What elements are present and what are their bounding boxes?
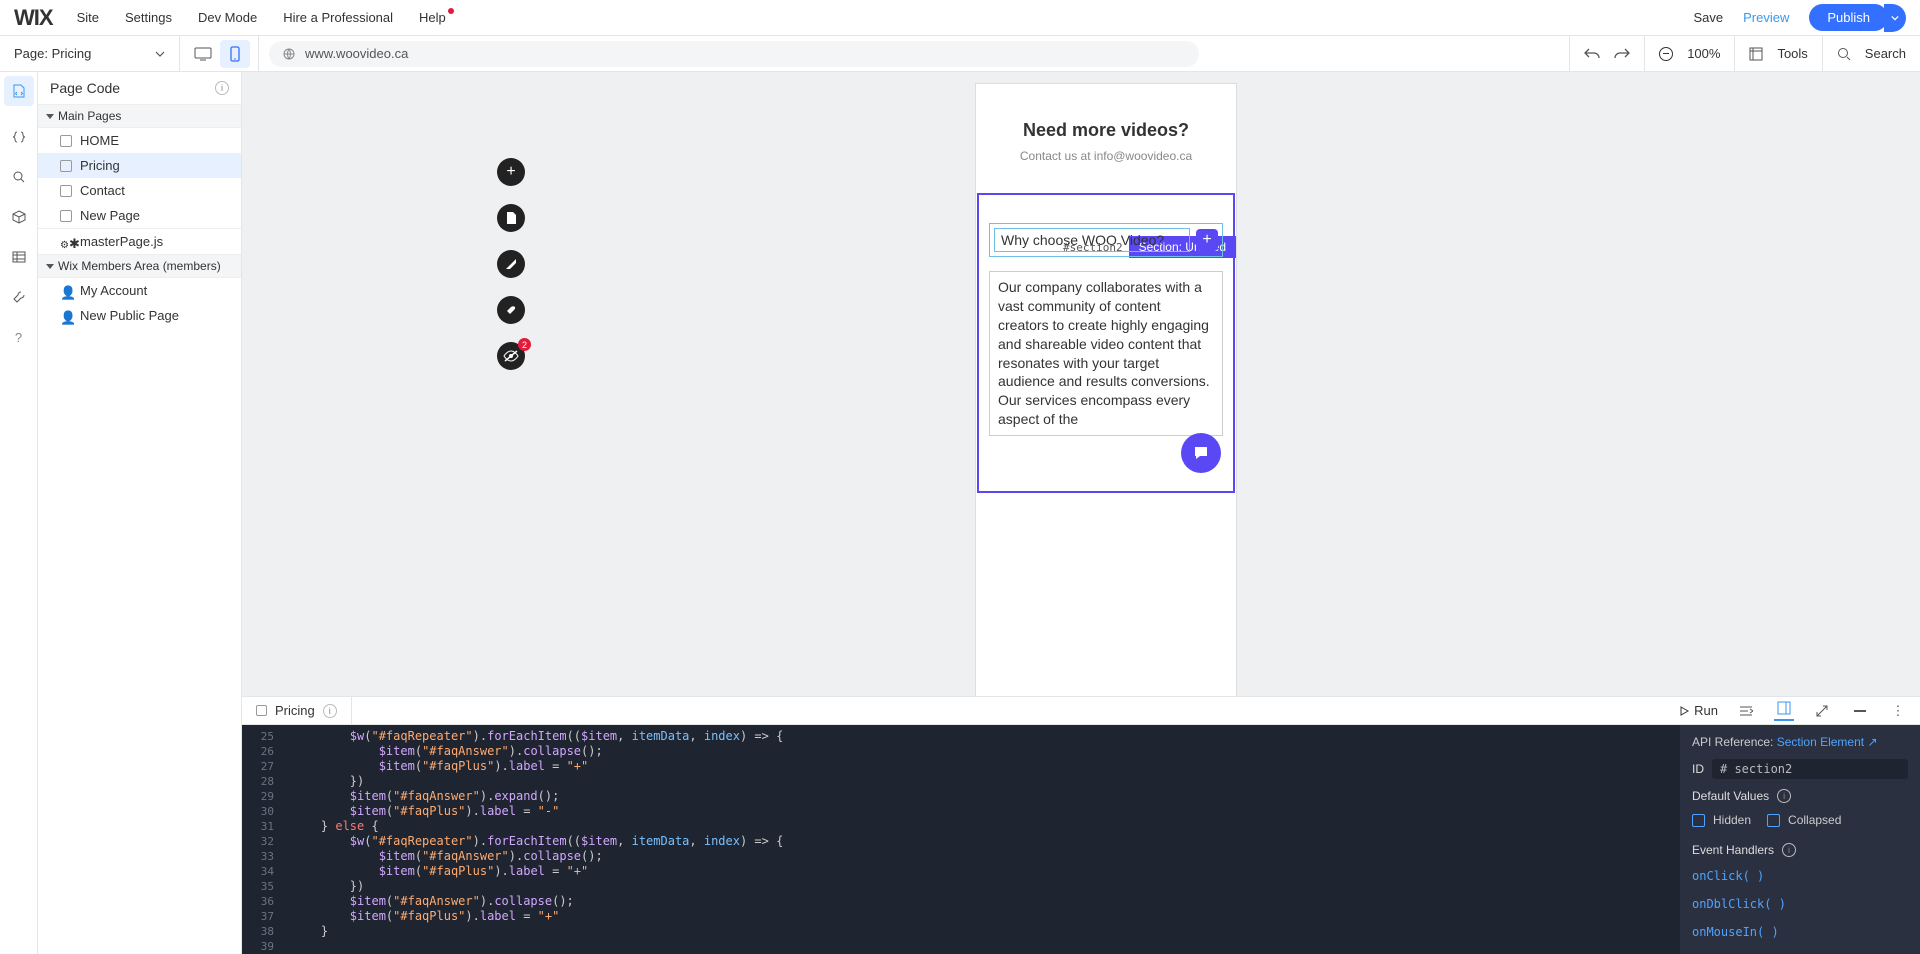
info-icon[interactable]: i (1777, 789, 1791, 803)
left-rail: ? (0, 72, 38, 954)
publish-dropdown[interactable] (1884, 4, 1906, 32)
globe-icon (283, 48, 295, 60)
handler-onclick[interactable]: onClick( ) (1692, 867, 1908, 885)
info-icon[interactable]: i (215, 81, 229, 95)
redo-button[interactable] (1614, 47, 1630, 61)
page-selector[interactable]: Page: Pricing (0, 36, 180, 71)
desktop-view-button[interactable] (188, 40, 218, 68)
page-code-title: Page Code (50, 80, 120, 96)
info-icon[interactable]: i (323, 704, 337, 718)
search-icon (1837, 47, 1851, 61)
menu-help[interactable]: Help (419, 10, 446, 25)
hero-subtitle: Contact us at info@woovideo.ca (976, 149, 1236, 193)
code-files-icon[interactable] (4, 76, 34, 106)
more-icon[interactable]: ⋮ (1888, 701, 1908, 721)
menu-hire[interactable]: Hire a Professional (283, 10, 393, 25)
api-ref-link[interactable]: Section Element ↗ (1777, 735, 1878, 749)
hidden-checkbox[interactable] (1692, 814, 1705, 827)
tools-label: Tools (1777, 46, 1807, 61)
zoom-value: 100% (1687, 46, 1720, 61)
undo-button[interactable] (1584, 47, 1600, 61)
properties-panel: API Reference: Section Element ↗ ID # se… (1680, 725, 1920, 954)
editor-canvas: + Need more videos? Contact us at info@w… (242, 72, 1920, 954)
mobile-preview-frame[interactable]: Need more videos? Contact us at info@woo… (976, 84, 1236, 696)
group-main-pages[interactable]: Main Pages (38, 104, 241, 128)
url-text: www.woovideo.ca (305, 46, 408, 61)
page-item-new-public[interactable]: 👤New Public Page (38, 303, 241, 328)
top-menu-bar: WIX Site Settings Dev Mode Hire a Profes… (0, 0, 1920, 36)
id-label: ID (1692, 762, 1704, 776)
search-button[interactable]: Search (1822, 36, 1920, 71)
info-icon[interactable]: i (1782, 843, 1796, 857)
page-item-contact[interactable]: Contact (38, 178, 241, 203)
publish-button[interactable]: Publish (1809, 4, 1888, 31)
group-members-area[interactable]: Wix Members Area (members) (38, 254, 241, 278)
hidden-label: Hidden (1713, 813, 1751, 827)
event-handlers-label: Event Handlers (1692, 843, 1774, 857)
code-content: $w("#faqRepeater").forEachItem(($item, i… (242, 725, 1680, 954)
api-ref-label: API Reference: (1692, 735, 1773, 749)
zoom-control[interactable]: 100% (1644, 36, 1734, 71)
tools-icon (1749, 47, 1763, 61)
search-label: Search (1865, 46, 1906, 61)
velo-tools-icon[interactable] (10, 288, 28, 306)
viewport-switcher (180, 36, 259, 71)
chat-fab[interactable] (1181, 433, 1221, 473)
menu-dev-mode[interactable]: Dev Mode (198, 10, 257, 25)
line-gutter: 25 26 27 28 29 30 31 32 33 34 35 36 37 3… (242, 725, 282, 954)
selected-section[interactable]: Why choose WOO Video? + Our company coll… (977, 193, 1235, 493)
chevron-down-icon (155, 49, 165, 59)
expand-panel-icon[interactable] (1812, 701, 1832, 721)
search-rail-icon[interactable] (10, 168, 28, 186)
hero-title: Need more videos? (976, 84, 1236, 149)
handler-ondblclick[interactable]: onDblClick( ) (1692, 895, 1908, 913)
code-editor[interactable]: 25 26 27 28 29 30 31 32 33 34 35 36 37 3… (242, 725, 1680, 954)
tools-button[interactable]: Tools (1734, 36, 1821, 71)
save-button[interactable]: Save (1693, 10, 1723, 25)
page-item-pricing[interactable]: Pricing (38, 153, 241, 178)
faq-expand-button[interactable]: + (1196, 229, 1218, 251)
menu-settings[interactable]: Settings (125, 10, 172, 25)
menu-site[interactable]: Site (77, 10, 99, 25)
default-values-label: Default Values (1692, 789, 1769, 803)
main-menu: Site Settings Dev Mode Hire a Profession… (77, 10, 446, 25)
page-item-masterpage[interactable]: ✱masterPage.js (38, 228, 241, 254)
code-tab-pricing[interactable]: Pricing i (242, 697, 352, 724)
mobile-view-button[interactable] (220, 40, 250, 68)
page-code-panel: Page Code i Main Pages HOME Pricing Cont… (38, 72, 242, 954)
format-icon[interactable] (1736, 701, 1756, 721)
database-icon[interactable] (10, 248, 28, 266)
undo-redo-group (1569, 36, 1644, 71)
braces-icon[interactable] (10, 128, 28, 146)
run-button[interactable]: Run (1678, 703, 1718, 718)
page-item-home[interactable]: HOME (38, 128, 241, 153)
page-item-new-page[interactable]: New Page (38, 203, 241, 228)
packages-icon[interactable] (10, 208, 28, 226)
properties-panel-icon[interactable] (1774, 701, 1794, 721)
faq-question[interactable]: Why choose WOO Video? (994, 228, 1190, 252)
expand-icon (46, 114, 54, 119)
minimize-icon[interactable] (1850, 701, 1870, 721)
faq-answer[interactable]: Our company collaborates with a vast com… (989, 271, 1223, 436)
expand-icon (46, 264, 54, 269)
preview-button[interactable]: Preview (1743, 10, 1789, 25)
play-icon (1678, 705, 1690, 717)
collapsed-checkbox[interactable] (1767, 814, 1780, 827)
help-icon[interactable]: ? (10, 328, 28, 346)
faq-header-row[interactable]: Why choose WOO Video? + (989, 223, 1223, 257)
url-bar[interactable]: www.woovideo.ca (269, 41, 1199, 67)
zoom-out-icon (1659, 47, 1673, 61)
toolbar: Page: Pricing www.woovideo.ca 100% Tools… (0, 36, 1920, 72)
handler-onmousein[interactable]: onMouseIn( ) (1692, 923, 1908, 941)
code-panel: Pricing i Run ⋮ 25 26 27 28 29 30 31 32 … (242, 696, 1920, 954)
page-selector-label: Page: Pricing (14, 46, 91, 61)
file-icon (256, 705, 267, 716)
wix-logo: WIX (14, 5, 53, 31)
page-item-my-account[interactable]: 👤My Account (38, 278, 241, 303)
id-value[interactable]: # section2 (1712, 759, 1908, 779)
collapsed-label: Collapsed (1788, 813, 1841, 827)
